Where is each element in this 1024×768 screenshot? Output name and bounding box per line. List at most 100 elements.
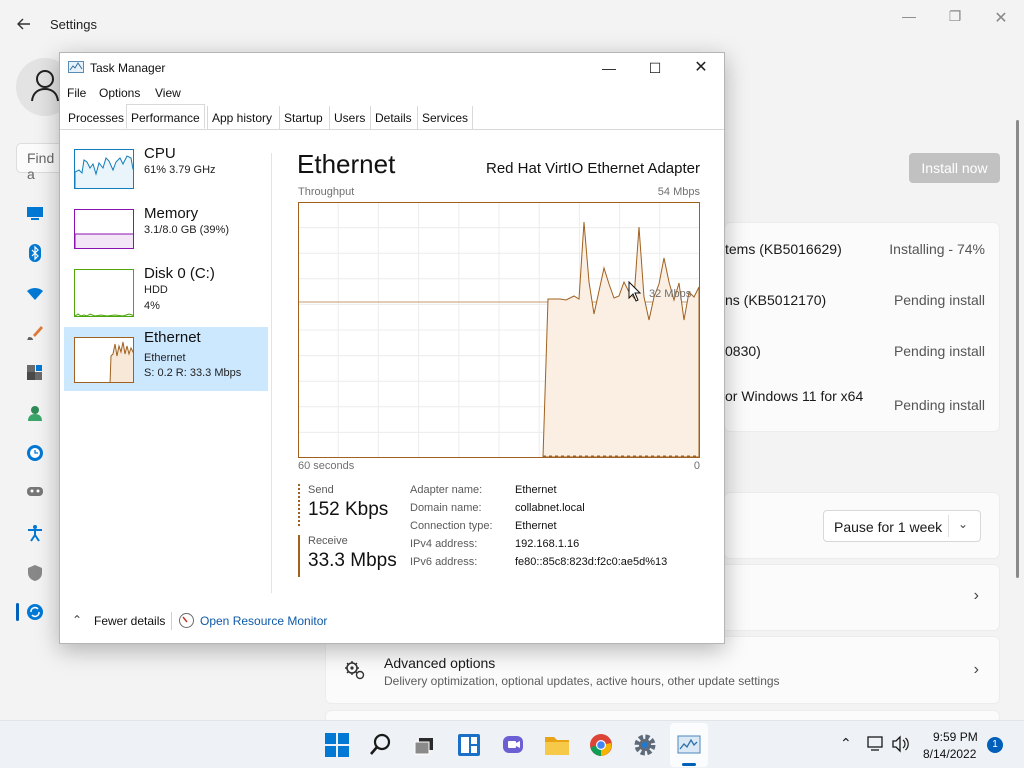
updates-list-card: tems (KB5016629) Installing - 74% ns (KB… [724,222,1000,432]
tab-services[interactable]: Services [417,106,474,130]
settings-close-icon[interactable]: ✕ [989,8,1013,28]
back-arrow-icon[interactable] [14,14,34,34]
resource-item-memory[interactable]: Memory 3.1/8.0 GB (39%) [64,203,268,265]
resource-detail: 3.1/8.0 GB (39%) [144,224,229,236]
throughput-max-label: 54 Mbps [657,186,700,198]
show-hidden-icons-chevron-icon[interactable]: ⌃ [840,735,852,752]
update-name: ns (KB5012170) [725,292,827,308]
close-icon[interactable]: ✕ [678,53,724,83]
property-key: IPv4 address: [410,538,478,550]
time-axis-right: 0 [693,460,700,472]
tab-details[interactable]: Details [370,106,416,130]
task-view-icon[interactable] [412,732,438,758]
settings-minimize-icon[interactable]: — [897,8,921,24]
resource-item-cpu[interactable]: CPU 61% 3.79 GHz [64,143,268,205]
task-manager-titlebar[interactable]: Task Manager — ☐ ✕ [60,53,724,83]
send-value: 152 Kbps [308,499,389,520]
cpu-thumbnail-graph [74,149,134,189]
time-language-nav-icon[interactable] [26,444,46,464]
search-icon[interactable] [368,732,394,758]
menu-file[interactable]: File [67,86,86,100]
advanced-options-title: Advanced options [384,655,496,671]
chevron-down-icon[interactable]: ⌄ [958,517,968,531]
task-manager-taskbar-icon[interactable] [676,732,702,758]
resource-item-ethernet[interactable]: Ethernet Ethernet S: 0.2 R: 33.3 Mbps [64,327,268,391]
menu-options[interactable]: Options [99,86,140,100]
system-nav-icon[interactable] [26,206,46,226]
update-row: or Windows 11 for x64 Pending install [725,388,1001,418]
chevron-right-icon: › [973,587,979,604]
tab-startup[interactable]: Startup [279,106,327,130]
receive-value: 33.3 Mbps [308,550,397,571]
menu-bar: File Options View [60,83,724,105]
resource-item-disk[interactable]: Disk 0 (C:) HDD 4% [64,263,268,325]
throughput-graph: 32 Mbps [298,202,700,458]
gaming-nav-icon[interactable] [26,484,46,504]
property-value: Ethernet [515,484,557,496]
privacy-security-nav-icon[interactable] [26,564,46,584]
fewer-details-button[interactable]: Fewer details [94,614,165,628]
resource-detail: Ethernet [144,352,186,364]
update-status: Pending install [893,343,985,359]
pause-label: Pause for 1 week [834,519,943,535]
chevron-up-icon[interactable]: ⌃ [72,613,82,627]
property-key: IPv6 address: [410,556,478,568]
clock-date[interactable]: 8/14/2022 [923,747,976,761]
resource-name: Ethernet [144,329,201,346]
receive-stat: Receive 33.3 Mbps [298,535,397,577]
resource-name: CPU [144,145,176,162]
tab-users[interactable]: Users [329,106,369,130]
accounts-nav-icon[interactable] [26,404,46,424]
resource-name: Disk 0 (C:) [144,265,215,282]
minimize-icon[interactable]: — [586,53,632,83]
update-row: tems (KB5016629) Installing - 74% [725,241,1001,271]
throughput-label: Throughput [298,186,355,198]
send-stat: Send 152 Kbps [298,484,388,526]
resource-list: CPU 61% 3.79 GHz Memory 3.1/8.0 GB (39%)… [60,131,272,593]
tab-performance[interactable]: Performance [126,104,205,129]
menu-view[interactable]: View [155,86,181,100]
file-explorer-icon[interactable] [544,732,570,758]
windows-update-nav-icon[interactable] [26,603,46,623]
panel-divider [271,153,272,593]
dropdown-separator [948,515,949,537]
receive-label: Receive [308,535,348,547]
personalization-nav-icon[interactable] [26,324,46,344]
update-status: Pending install [893,292,985,308]
bluetooth-nav-icon[interactable] [26,244,46,264]
open-resource-monitor-link[interactable]: Open Resource Monitor [200,614,327,628]
resource-name: Memory [144,205,199,222]
advanced-options-card[interactable]: Advanced options Delivery optimization, … [325,636,1000,704]
property-key: Domain name: [410,502,482,514]
tab-app-history[interactable]: App history [207,106,276,130]
resource-monitor-icon[interactable] [179,613,194,628]
task-manager-app-icon [68,61,84,73]
network-status-icon[interactable] [866,735,886,756]
accessibility-nav-icon[interactable] [26,524,46,544]
pause-updates-dropdown[interactable]: Pause for 1 week ⌄ [823,510,981,542]
maximize-icon[interactable]: ☐ [632,53,678,83]
volume-icon[interactable] [891,735,911,756]
active-app-indicator [682,763,696,766]
install-now-button[interactable]: Install now [909,153,1000,183]
tab-processes[interactable]: Processes [64,106,128,130]
property-value: Ethernet [515,520,557,532]
resource-detail: S: 0.2 R: 33.3 Mbps [144,367,242,379]
chat-icon[interactable] [500,732,526,758]
notification-badge[interactable]: 1 [987,737,1003,753]
send-label: Send [308,484,334,496]
widgets-icon[interactable] [456,732,482,758]
settings-scrollbar[interactable] [1016,120,1019,578]
settings-gear-icon[interactable] [632,732,658,758]
property-key: Adapter name: [410,484,483,496]
adapter-name-heading: Red Hat VirtIO Ethernet Adapter [485,160,700,177]
update-status: Pending install [893,397,985,413]
footer-separator [171,612,172,630]
resource-detail: 4% [144,300,160,312]
clock-time[interactable]: 9:59 PM [933,730,978,744]
start-button-icon[interactable] [324,732,350,758]
network-nav-icon[interactable] [26,286,46,306]
apps-nav-icon[interactable] [26,364,46,384]
settings-restore-icon[interactable]: ❐ [943,8,967,25]
chrome-icon[interactable] [588,732,614,758]
